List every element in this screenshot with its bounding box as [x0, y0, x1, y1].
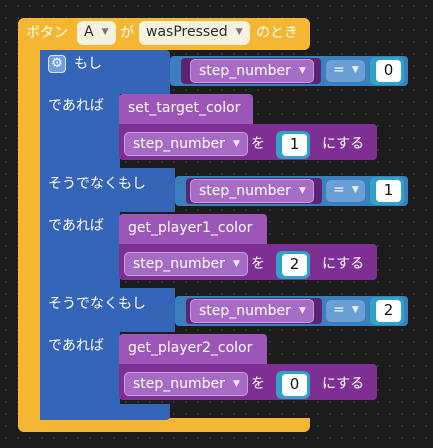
variable-name: step_number	[133, 256, 225, 272]
number-input[interactable]: 2	[376, 300, 401, 322]
variable-name: step_number	[199, 303, 291, 319]
operator-dropdown[interactable]: = ▼	[326, 300, 365, 322]
event-suffix-label: のとき	[256, 25, 298, 41]
operator-value: =	[333, 182, 345, 198]
event-prefix-label: ボタン	[26, 25, 68, 41]
button-dropdown-value: A	[84, 24, 94, 40]
chevron-down-icon: ▼	[299, 186, 306, 196]
variable-name: step_number	[199, 63, 291, 79]
number-input[interactable]: 0	[376, 60, 401, 82]
action-label: にする	[322, 256, 365, 272]
number-input[interactable]: 0	[282, 374, 307, 396]
function-name: set_target_color	[128, 100, 241, 116]
to-label: を	[251, 256, 265, 272]
chevron-down-icon: ▼	[233, 139, 240, 149]
to-label: を	[251, 376, 265, 392]
then-label: であれば	[48, 338, 104, 354]
number-block[interactable]: 1	[370, 177, 404, 205]
chevron-down-icon: ▼	[233, 379, 240, 389]
number-block[interactable]: 0	[276, 371, 310, 399]
chevron-down-icon: ▼	[351, 185, 359, 195]
variable-dropdown[interactable]: step_number ▼	[124, 252, 248, 276]
function-name: get_player1_color	[128, 220, 253, 236]
chevron-down-icon: ▼	[299, 66, 306, 76]
variable-dropdown[interactable]: step_number ▼	[190, 179, 314, 203]
variable-dropdown[interactable]: step_number ▼	[190, 59, 314, 83]
chevron-down-icon: ▼	[351, 305, 359, 315]
number-input[interactable]: 2	[282, 254, 307, 276]
state-dropdown-value: wasPressed	[146, 24, 228, 40]
chevron-down-icon: ▼	[235, 27, 243, 37]
state-dropdown[interactable]: wasPressed ▼	[139, 21, 250, 45]
variable-name: step_number	[133, 136, 225, 152]
event-particle-label: が	[120, 25, 134, 41]
variable-name: step_number	[199, 183, 291, 199]
button-dropdown[interactable]: A ▼	[77, 21, 116, 45]
then-label: であれば	[48, 98, 104, 114]
variable-name: step_number	[133, 376, 225, 392]
variable-dropdown[interactable]: step_number ▼	[190, 299, 314, 323]
operator-value: =	[333, 62, 345, 78]
if-block-foot	[40, 404, 170, 420]
action-label: にする	[322, 136, 365, 152]
gear-icon[interactable]: ⚙	[48, 55, 66, 73]
number-block[interactable]: 2	[370, 297, 404, 325]
if-label: もし	[74, 56, 102, 72]
then-label: であれば	[48, 218, 104, 234]
event-block-bottom	[18, 418, 310, 432]
operator-dropdown[interactable]: = ▼	[326, 180, 365, 202]
elseif-label: そうでなくもし	[48, 296, 146, 312]
chevron-down-icon: ▼	[101, 27, 109, 37]
number-block[interactable]: 0	[370, 57, 404, 85]
operator-dropdown[interactable]: = ▼	[326, 60, 365, 82]
variable-dropdown[interactable]: step_number ▼	[124, 132, 248, 156]
function-name: get_player2_color	[128, 340, 253, 356]
number-block[interactable]: 2	[276, 251, 310, 279]
number-block[interactable]: 1	[276, 131, 310, 159]
chevron-down-icon: ▼	[233, 259, 240, 269]
variable-dropdown[interactable]: step_number ▼	[124, 372, 248, 396]
number-input[interactable]: 1	[282, 134, 307, 156]
elseif-label: そうでなくもし	[48, 176, 146, 192]
operator-value: =	[333, 302, 345, 318]
chevron-down-icon: ▼	[299, 306, 306, 316]
number-input[interactable]: 1	[376, 180, 401, 202]
event-block-frame	[18, 44, 42, 430]
action-label: にする	[322, 376, 365, 392]
to-label: を	[251, 136, 265, 152]
chevron-down-icon: ▼	[351, 65, 359, 75]
